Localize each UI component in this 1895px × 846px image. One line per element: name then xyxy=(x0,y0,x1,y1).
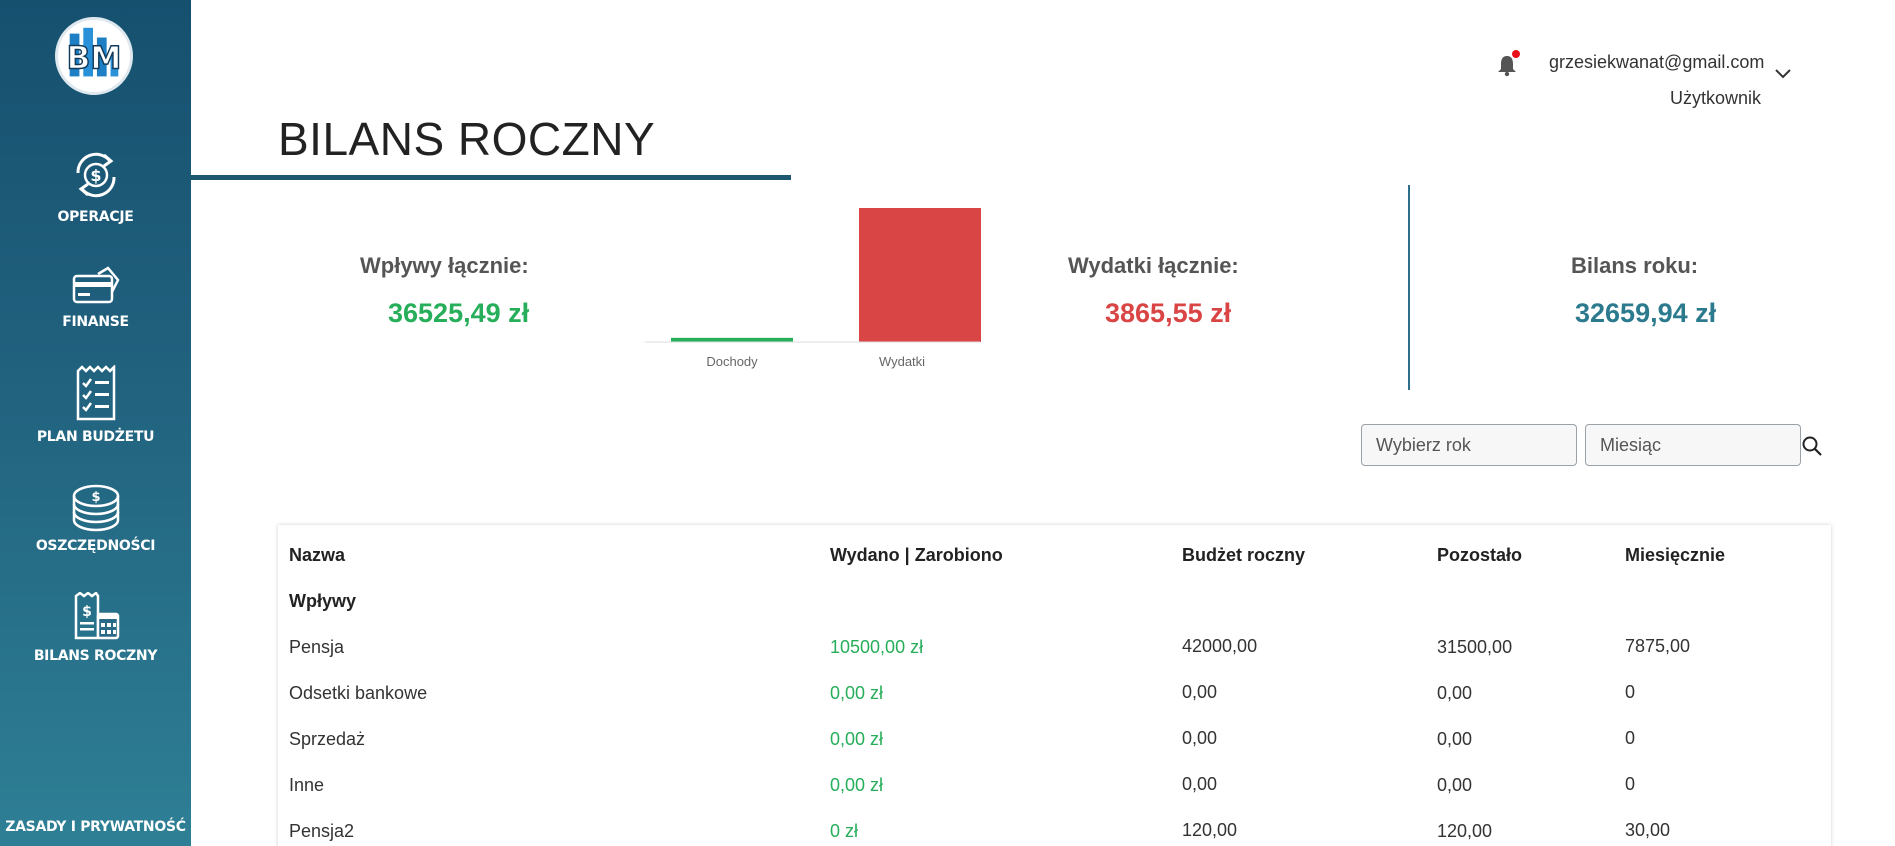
balance-value: 32659,94 zł xyxy=(1575,298,1717,328)
row-name: Inne xyxy=(289,775,325,795)
x-tick-label: Dochody xyxy=(706,354,758,369)
month-select[interactable] xyxy=(1585,424,1801,466)
credit-card-icon xyxy=(72,266,119,304)
row-spent: 10500,00 zł xyxy=(830,637,924,657)
row-budget: 120,00 xyxy=(1182,820,1238,840)
search-icon[interactable] xyxy=(1801,435,1823,457)
row-name: Pensja xyxy=(289,637,345,657)
title-underline xyxy=(191,175,791,180)
row-budget: 0,00 xyxy=(1182,728,1218,748)
expenses-label: Wydatki łącznie: xyxy=(1068,253,1239,278)
row-name: Odsetki bankowe xyxy=(289,683,428,703)
income-label: Wpływy łącznie: xyxy=(360,253,529,278)
notification-badge xyxy=(1512,50,1520,58)
year-select[interactable] xyxy=(1361,424,1577,466)
coin-stack-icon: $ xyxy=(72,484,119,532)
page-title: BILANS ROCZNY xyxy=(278,113,656,165)
user-role: Użytkownik xyxy=(1670,88,1762,108)
sidebar-item-label: PLAN BUDŻETU xyxy=(36,429,155,445)
sidebar-item-label: FINANSE xyxy=(62,314,129,330)
row-name: Pensja2 xyxy=(289,821,355,841)
row-spent: 0,00 zł xyxy=(830,729,884,749)
bar-wydatki xyxy=(859,208,981,342)
row-monthly: 0 xyxy=(1625,682,1636,702)
sidebar-item-plan-budzetu[interactable]: PLAN BUDŻETU xyxy=(0,365,191,445)
income-value: 36525,49 zł xyxy=(388,298,530,328)
annual-balance-table: Nazwa Wydano | Zarobiono Budżet roczny P… xyxy=(278,525,1831,846)
row-monthly: 0 xyxy=(1625,774,1636,794)
column-header: Pozostało xyxy=(1437,545,1523,565)
sidebar-item-bilans-roczny[interactable]: $ BILANS ROCZNY xyxy=(0,592,191,664)
sidebar-item-label: OSZCZĘDNOŚCI xyxy=(35,538,156,554)
svg-text:$: $ xyxy=(91,490,100,505)
sidebar-item-operacje[interactable]: $ OPERACJE xyxy=(0,147,191,225)
row-budget: 42000,00 xyxy=(1182,636,1258,656)
bar-dochody xyxy=(671,337,793,342)
checklist-icon xyxy=(76,365,115,421)
sidebar-item-label: BILANS ROCZNY xyxy=(33,648,158,664)
row-spent: 0,00 zł xyxy=(830,683,884,703)
row-budget: 0,00 xyxy=(1182,682,1218,702)
svg-text:$: $ xyxy=(90,166,101,185)
row-monthly: 30,00 xyxy=(1625,820,1671,840)
column-header: Nazwa xyxy=(289,545,346,565)
sidebar-item-label: OPERACJE xyxy=(57,209,134,225)
column-header: Wydano | Zarobiono xyxy=(830,545,1003,565)
row-spent: 0 zł xyxy=(830,821,859,841)
row-remaining: 0,00 xyxy=(1437,775,1473,795)
row-spent: 0,00 zł xyxy=(830,775,884,795)
svg-text:$: $ xyxy=(82,604,92,620)
row-remaining: 31500,00 xyxy=(1437,637,1513,657)
row-remaining: 0,00 xyxy=(1437,683,1473,703)
logo-text: BM xyxy=(67,41,122,77)
section-header: Wpływy xyxy=(289,591,357,611)
row-remaining: 0,00 xyxy=(1437,729,1473,749)
sidebar-item-finanse[interactable]: FINANSE xyxy=(0,264,191,330)
sidebar-item-oszczednosci[interactable]: $ OSZCZĘDNOŚCI xyxy=(0,482,191,554)
privacy-policy-link[interactable]: ZASADY I PRYWATNOŚĆ xyxy=(0,819,191,835)
x-tick-label: Wydatki xyxy=(879,354,925,369)
dollar-cycle-icon: $ xyxy=(75,152,116,198)
row-monthly: 7875,00 xyxy=(1625,636,1691,656)
column-header: Miesięcznie xyxy=(1625,545,1726,565)
vertical-divider xyxy=(1408,185,1410,390)
column-header: Budżet roczny xyxy=(1182,545,1306,565)
expenses-value: 3865,55 zł xyxy=(1105,298,1232,328)
app-logo[interactable]: BM xyxy=(55,17,133,95)
income-expenses-chart: Dochody Wydatki xyxy=(645,208,981,369)
chevron-down-icon[interactable] xyxy=(1774,68,1792,80)
user-email[interactable]: grzesiekwanat@gmail.com xyxy=(1549,52,1764,73)
row-remaining: 120,00 xyxy=(1437,821,1493,841)
sidebar: BM $ OPERACJE FINANSE PLAN BUDŻETU $ OSZ… xyxy=(0,0,191,846)
balance-label: Bilans roku: xyxy=(1571,253,1699,278)
logo-icon: BM xyxy=(66,27,122,77)
row-name: Sprzedaż xyxy=(289,729,366,749)
row-budget: 0,00 xyxy=(1182,774,1218,794)
calendar-budget-icon: $ xyxy=(74,592,119,640)
row-monthly: 0 xyxy=(1625,728,1636,748)
